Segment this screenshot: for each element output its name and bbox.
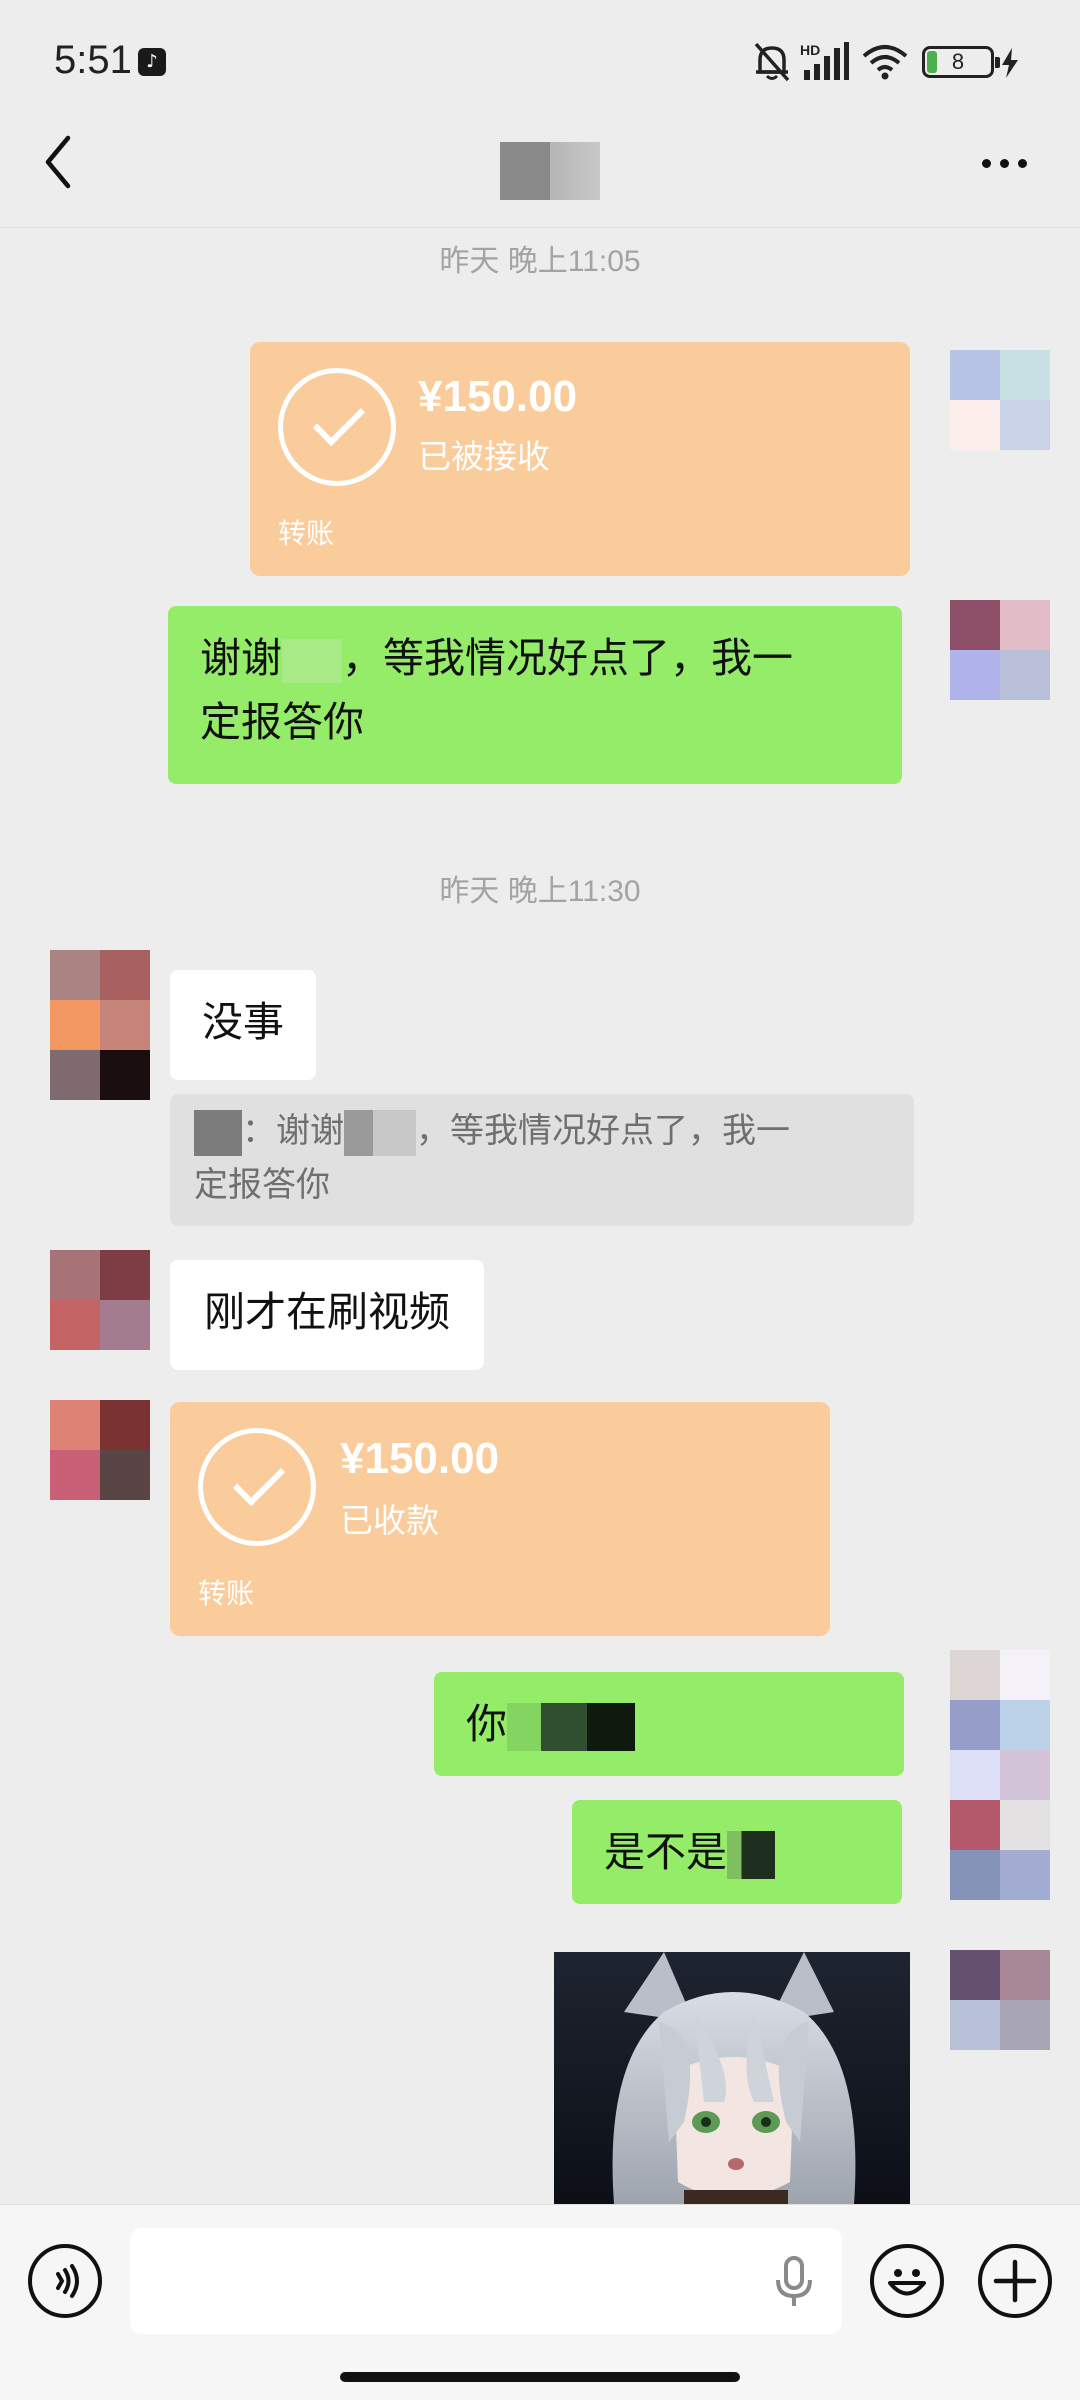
check-circle-icon — [278, 368, 396, 486]
my-avatar[interactable] — [950, 350, 1050, 450]
contact-avatar[interactable] — [50, 1250, 150, 1350]
transfer-status: 已收款 — [340, 1501, 439, 1540]
transfer-card-sent[interactable]: ¥150.00 已被接收 转账 — [250, 342, 910, 576]
transfer-card-received[interactable]: ¥150.00 已收款 转账 — [170, 1402, 830, 1636]
contact-avatar-lower — [50, 1050, 150, 1100]
message-text: 是不是 — [604, 1828, 727, 1876]
battery-icon: 8 — [922, 46, 1000, 78]
my-avatar[interactable] — [950, 1650, 1050, 1750]
transfer-amount: ¥150.00 — [340, 1434, 500, 1483]
redacted-blur — [587, 1703, 635, 1751]
redacted-blur — [507, 1703, 541, 1751]
redacted-blur — [727, 1831, 775, 1879]
chat-title — [500, 142, 600, 200]
my-avatar[interactable] — [950, 600, 1050, 700]
charging-icon — [1002, 48, 1018, 78]
image-message[interactable] — [554, 1952, 910, 2204]
contact-avatar[interactable] — [50, 1400, 150, 1500]
home-indicator — [340, 2372, 740, 2382]
message-bubble-sent[interactable]: 谢谢 ，等我情况好点了，我一 定报答你 — [168, 606, 902, 784]
message-input[interactable] — [130, 2228, 842, 2334]
redacted-blur — [194, 1109, 242, 1156]
timestamp: 昨天 晚上11:05 — [439, 245, 641, 278]
tiktok-icon: ♪ — [138, 48, 166, 76]
quote-text-part: ，等我情况好点了，我一 — [416, 1111, 790, 1151]
redacted-blur — [344, 1109, 416, 1156]
signal-icon — [804, 42, 849, 80]
timestamp: 昨天 晚上11:30 — [439, 875, 641, 908]
transfer-label: 转账 — [198, 1577, 255, 1610]
quote-line1: ：谢谢 ，等我情况好点了，我一 — [194, 1104, 890, 1158]
contact-avatar[interactable] — [50, 950, 150, 1050]
emoji-button[interactable] — [870, 2244, 944, 2318]
transfer-amount: ¥150.00 — [418, 372, 578, 421]
message-text-part: 谢谢 — [200, 634, 282, 682]
plus-button[interactable] — [978, 2244, 1052, 2318]
my-avatar-stack — [950, 1750, 1050, 1900]
my-avatar[interactable] — [950, 1950, 1050, 2050]
more-dot — [1018, 159, 1027, 168]
message-bubble-received[interactable]: 刚才在刷视频 — [170, 1260, 484, 1370]
battery-level: 8 — [951, 49, 965, 74]
transfer-status: 已被接收 — [418, 437, 550, 476]
emoji-icon — [888, 2269, 926, 2296]
mute-bell-icon — [754, 42, 790, 82]
wifi-icon — [862, 45, 908, 80]
status-time: 5:51 — [54, 38, 132, 82]
quote-line2: 定报答你 — [194, 1165, 330, 1205]
message-text: 谢谢 ，等我情况好点了，我一 — [200, 626, 870, 690]
message-text-line2: 定报答你 — [200, 698, 364, 746]
message-text-part: ，等我情况好点了，我一 — [342, 634, 793, 682]
transfer-label: 转账 — [278, 517, 335, 550]
chevron-left-icon — [45, 135, 71, 189]
check-circle-icon — [198, 1428, 316, 1546]
redacted-blur — [541, 1703, 587, 1751]
quote-text-part: ：谢谢 — [242, 1111, 344, 1151]
more-button[interactable] — [976, 148, 1032, 178]
microphone-icon[interactable] — [770, 2256, 818, 2308]
more-dot — [1000, 159, 1009, 168]
plus-icon — [993, 2259, 1037, 2303]
back-button[interactable] — [38, 132, 78, 192]
voice-toggle-button[interactable] — [28, 2244, 102, 2318]
message-bubble-sent[interactable]: 你 — [434, 1672, 904, 1776]
voice-icon — [56, 2264, 79, 2298]
more-dots-icon — [982, 159, 991, 168]
redacted-blur — [282, 639, 342, 683]
message-bubble-received[interactable]: 没事 — [170, 970, 316, 1080]
message-bubble-sent[interactable]: 是不是 — [572, 1800, 902, 1904]
message-text: 你 — [466, 1700, 507, 1748]
quoted-message[interactable]: ：谢谢 ，等我情况好点了，我一 定报答你 — [170, 1094, 914, 1226]
